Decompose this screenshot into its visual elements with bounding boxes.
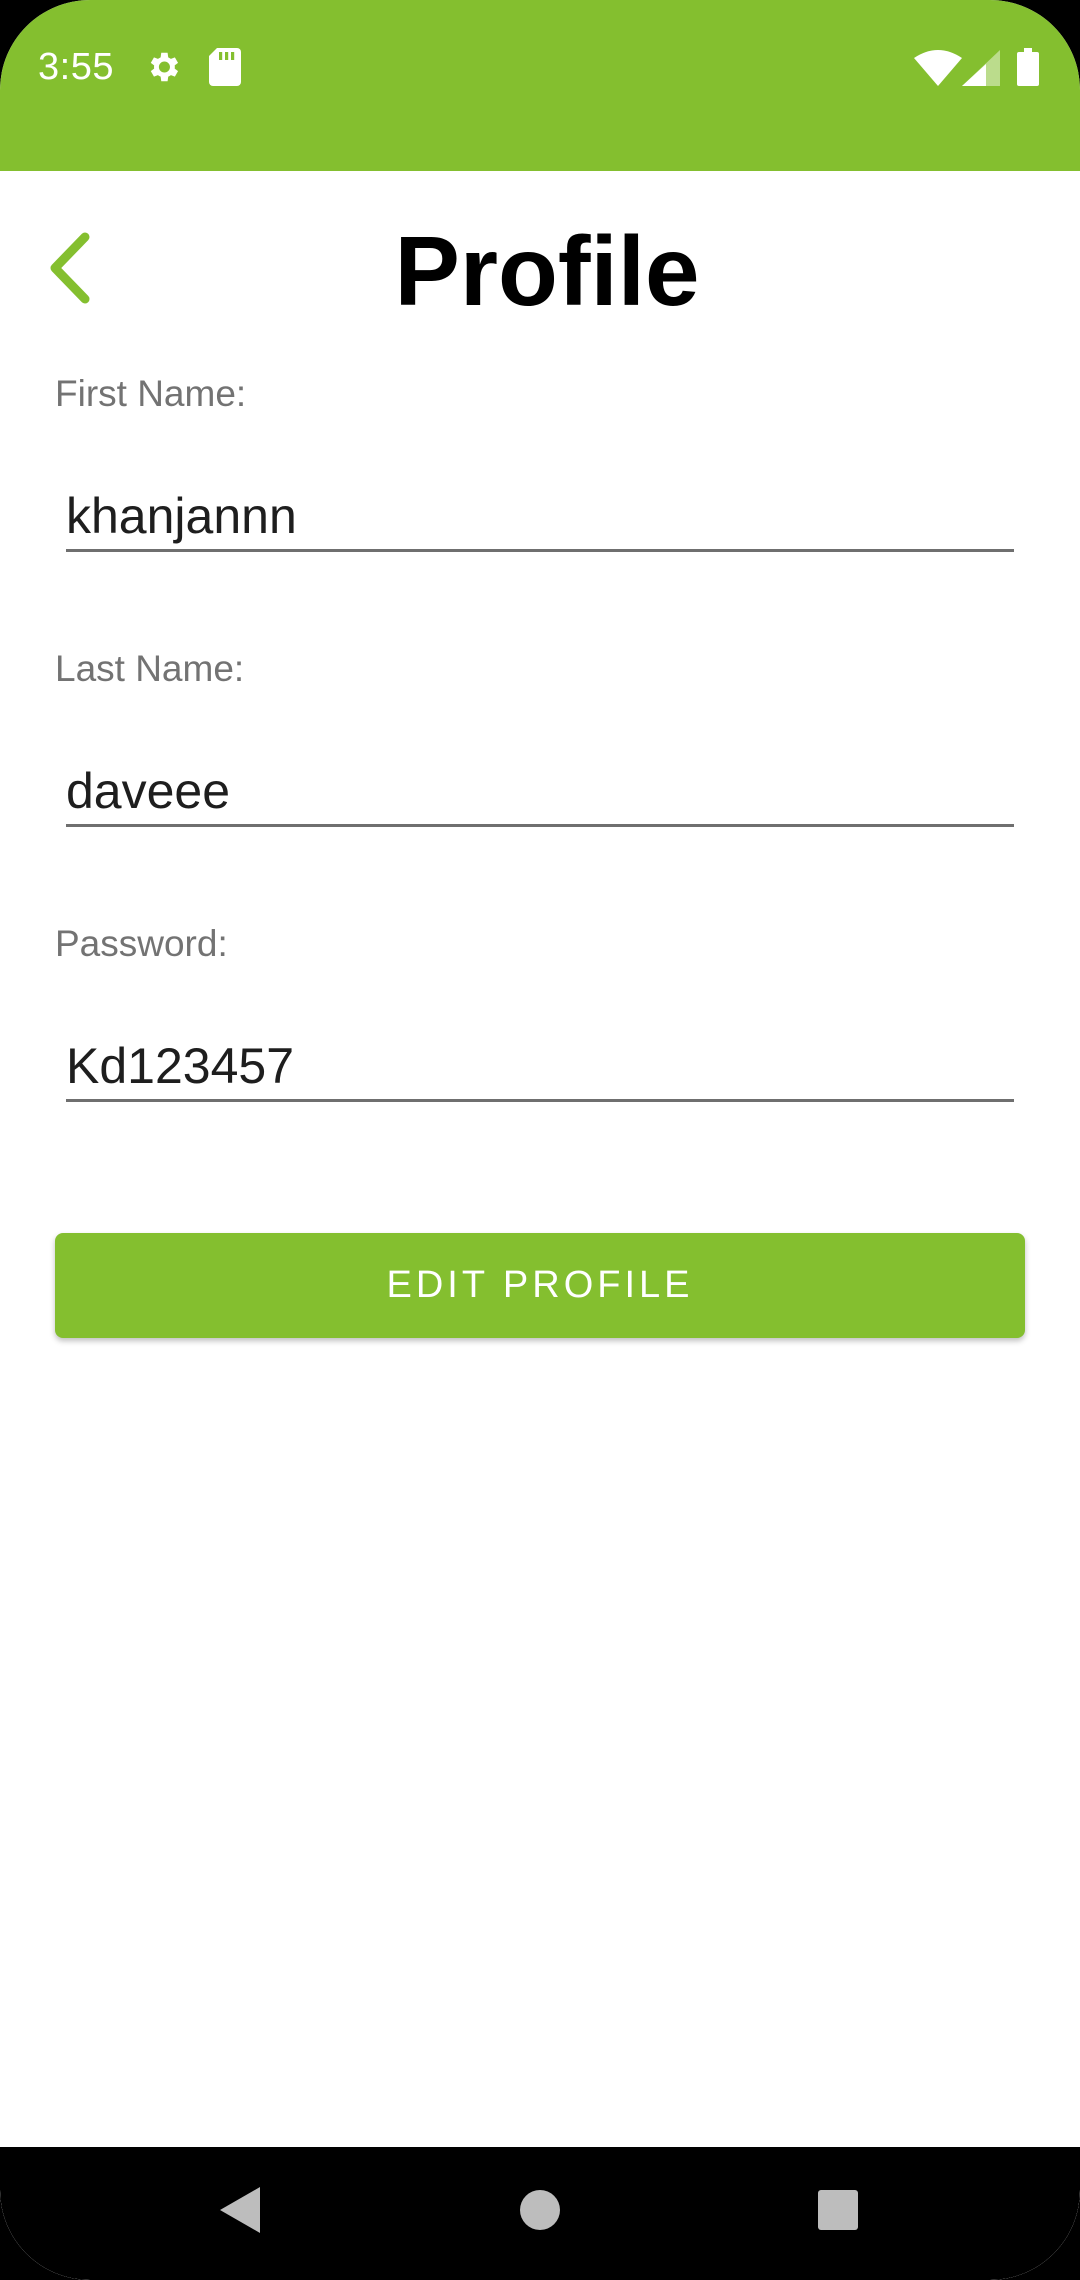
home-circle-icon xyxy=(520,2190,560,2230)
app-screen: 3:55 Profile First Name: khanjannn Last … xyxy=(0,0,1080,2280)
last-name-label: Last Name: xyxy=(55,648,245,689)
first-name-label: First Name: xyxy=(55,373,247,414)
status-time: 3:55 xyxy=(38,46,114,88)
page-title: Profile xyxy=(394,216,700,326)
recents-square-icon xyxy=(818,2190,858,2230)
battery-icon xyxy=(1017,48,1039,86)
password-field[interactable] xyxy=(66,1032,1014,1102)
cell-signal-icon xyxy=(962,50,1000,86)
last-name-field[interactable] xyxy=(66,757,1014,827)
wifi-icon xyxy=(914,50,962,86)
system-nav-bar xyxy=(0,2147,1080,2280)
nav-back-button[interactable] xyxy=(210,2180,270,2240)
sd-card-icon xyxy=(209,48,241,86)
gear-icon xyxy=(144,48,182,86)
edit-profile-button[interactable]: EDIT PROFILE xyxy=(55,1233,1025,1338)
nav-home-button[interactable] xyxy=(510,2180,570,2240)
nav-recents-button[interactable] xyxy=(808,2180,868,2240)
first-name-field[interactable] xyxy=(66,482,1014,552)
back-triangle-icon xyxy=(220,2187,260,2233)
password-label: Password: xyxy=(55,923,228,964)
status-bar: 3:55 xyxy=(0,0,1080,171)
